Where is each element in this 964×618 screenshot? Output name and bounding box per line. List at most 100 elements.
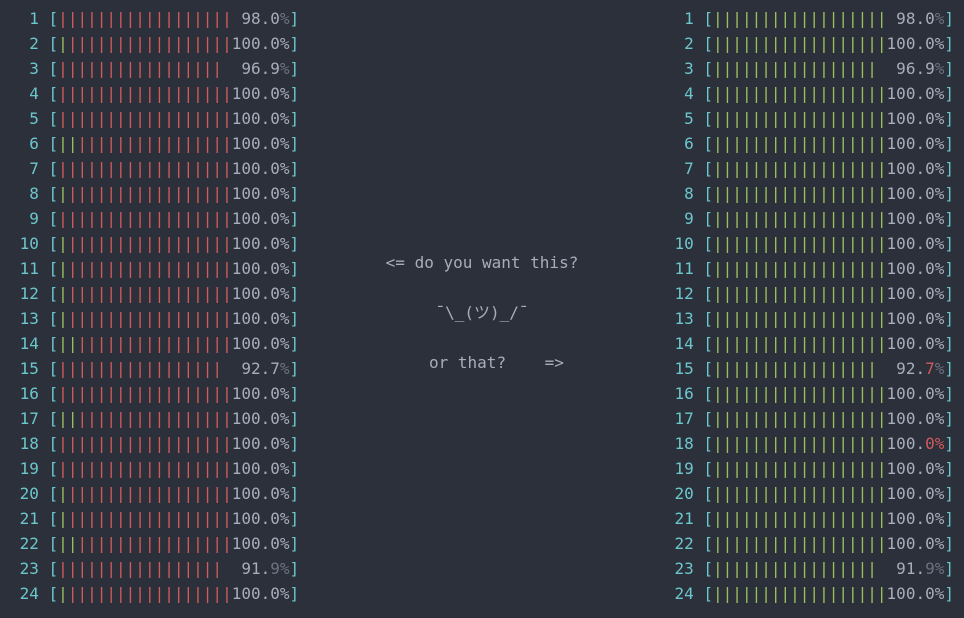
cpu-meter-row: 23 [||||||||||||||||| 91.9%] [10,556,299,581]
bracket-open: [ [49,431,59,456]
bracket-open: [ [49,556,59,581]
bar-fill: |||||||||||||||||| [713,456,887,481]
bracket-close: ] [944,181,954,206]
percent-value: 100.0% [232,306,290,331]
bracket-close: ] [944,156,954,181]
percent-value: 100.0% [887,456,945,481]
bracket-open: [ [49,331,59,356]
bracket-close: ] [944,431,954,456]
cpu-meter-row: 3 [||||||||||||||||| 96.9%] [665,56,954,81]
cpu-meter-row: 11 [||||||||||||||||||100.0%] [10,256,299,281]
percent-value: 100.0% [232,206,290,231]
core-number: 17 [10,406,39,431]
percent-value: 100.0% [887,206,945,231]
bracket-close: ] [944,106,954,131]
percent-value: 100.0% [887,256,945,281]
htop-comparison: 1 [|||||||||||||||||| 98.0%] 2 [||||||||… [0,0,964,606]
core-number: 20 [665,481,694,506]
bracket-close: ] [290,406,300,431]
cpu-meter-row: 18 [||||||||||||||||||100.0%] [665,431,954,456]
core-number: 9 [10,206,39,231]
core-number: 4 [10,81,39,106]
bracket-close: ] [290,431,300,456]
bracket-open: [ [703,281,713,306]
bracket-open: [ [49,206,59,231]
bracket-close: ] [944,6,954,31]
cpu-meter-row: 4 [||||||||||||||||||100.0%] [10,81,299,106]
cpu-meter-row: 24 [||||||||||||||||||100.0%] [665,581,954,606]
core-number: 21 [10,506,39,531]
bar-fill: |||||||||||||||||| [58,456,232,481]
percent-value: 96.9% [887,56,945,81]
shrug-icon: ¯\_(ツ)_/¯ [435,300,528,325]
bracket-close: ] [944,531,954,556]
core-number: 15 [10,356,39,381]
cpu-meter-row: 16 [||||||||||||||||||100.0%] [665,381,954,406]
bracket-open: [ [49,581,59,606]
percent-value: 100.0% [232,406,290,431]
bracket-close: ] [290,206,300,231]
cpu-meter-row: 9 [||||||||||||||||||100.0%] [665,206,954,231]
bar-fill: |||||||||||||||||| [58,506,232,531]
cpu-meter-row: 22 [||||||||||||||||||100.0%] [665,531,954,556]
bracket-close: ] [944,81,954,106]
bar-fill: |||||||||||||||||| [58,581,232,606]
cpu-meter-row: 8 [||||||||||||||||||100.0%] [665,181,954,206]
bracket-close: ] [944,406,954,431]
core-number: 12 [10,281,39,306]
bar-fill: |||||||||||||||||| [58,381,232,406]
percent-value: 100.0% [232,256,290,281]
percent-value: 91.9% [232,556,290,581]
core-number: 11 [10,256,39,281]
bracket-close: ] [944,456,954,481]
bracket-open: [ [49,231,59,256]
bar-fill: |||||||||||||||||| [713,31,887,56]
bracket-open: [ [703,356,713,381]
cpu-meter-row: 9 [||||||||||||||||||100.0%] [10,206,299,231]
percent-value: 96.9% [232,56,290,81]
bracket-close: ] [944,581,954,606]
bracket-open: [ [703,31,713,56]
bar-fill: |||||||||||||||||| [58,256,232,281]
core-number: 18 [665,431,694,456]
percent-value: 100.0% [887,231,945,256]
cpu-meter-row: 20 [||||||||||||||||||100.0%] [665,481,954,506]
cpu-meter-row: 13 [||||||||||||||||||100.0%] [665,306,954,331]
bar-fill: ||||||||||||||||| [713,356,887,381]
bracket-open: [ [703,6,713,31]
bracket-close: ] [944,56,954,81]
percent-value: 100.0% [232,381,290,406]
core-number: 9 [665,206,694,231]
bar-fill: |||||||||||||||||| [713,531,887,556]
bar-fill: |||||||||||||||||| [58,131,232,156]
core-number: 7 [665,156,694,181]
cpu-meter-row: 21 [||||||||||||||||||100.0%] [665,506,954,531]
bar-fill: |||||||||||||||||| [58,156,232,181]
bracket-open: [ [49,506,59,531]
bar-fill: |||||||||||||||||| [713,256,887,281]
bracket-open: [ [49,181,59,206]
bracket-close: ] [944,356,954,381]
percent-value: 100.0% [887,331,945,356]
core-number: 18 [10,431,39,456]
bracket-close: ] [290,131,300,156]
percent-value: 100.0% [232,456,290,481]
core-number: 13 [10,306,39,331]
bracket-close: ] [944,306,954,331]
cpu-meter-row: 2 [||||||||||||||||||100.0%] [665,31,954,56]
cpu-meter-row: 13 [||||||||||||||||||100.0%] [10,306,299,331]
bracket-close: ] [290,231,300,256]
bracket-open: [ [703,81,713,106]
percent-value: 100.0% [232,581,290,606]
bracket-open: [ [49,31,59,56]
bar-fill: |||||||||||||||||| [58,331,232,356]
core-number: 8 [10,181,39,206]
bar-fill: |||||||||||||||||| [58,81,232,106]
bar-fill: |||||||||||||||||| [58,481,232,506]
bracket-open: [ [49,131,59,156]
bracket-open: [ [703,506,713,531]
bracket-close: ] [290,331,300,356]
cpu-meter-row: 10 [||||||||||||||||||100.0%] [10,231,299,256]
percent-value: 100.0% [887,31,945,56]
core-number: 5 [10,106,39,131]
